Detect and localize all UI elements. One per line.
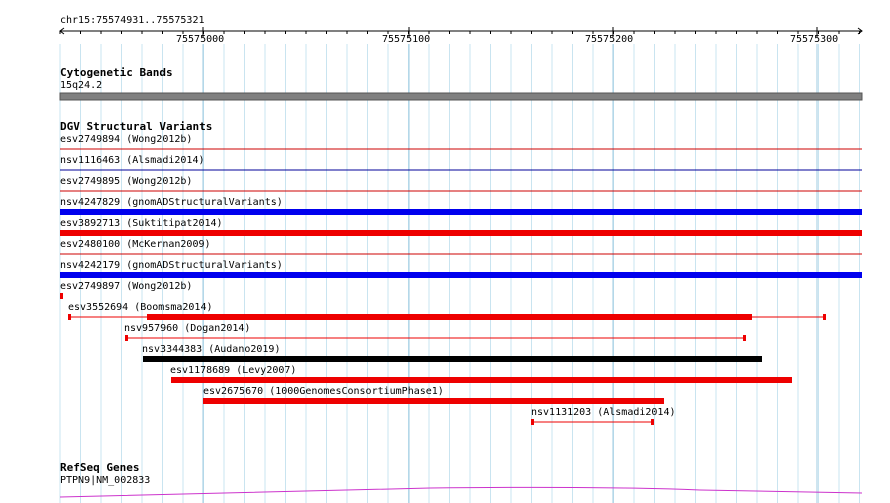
variant-label[interactable]: esv2749895 (Wong2012b) xyxy=(60,176,192,188)
variant-feature-end xyxy=(68,314,71,320)
region-label: chr15:75574931..75575321 xyxy=(60,15,205,26)
gene-label[interactable]: PTPN9|NM_002833 xyxy=(60,475,150,487)
tick-label: 75575300 xyxy=(790,34,839,45)
variant-feature xyxy=(60,209,862,215)
variant-feature-end xyxy=(651,419,654,425)
gene-feature xyxy=(59,486,863,498)
variant-feature xyxy=(171,377,792,383)
variant-label[interactable]: esv1178689 (Levy2007) xyxy=(170,365,296,377)
refseq-track-title: RefSeq Genes xyxy=(60,461,140,474)
variant-feature xyxy=(60,293,63,299)
cytoband-label[interactable]: 15q24.2 xyxy=(60,80,102,92)
variant-label[interactable]: esv2749897 (Wong2012b) xyxy=(60,281,192,293)
variant-feature xyxy=(60,272,862,278)
tick-label: 75575000 xyxy=(176,34,225,45)
dgv-track-title: DGV Structural Variants xyxy=(60,120,213,133)
variant-label[interactable]: esv2675670 (1000GenomesConsortiumPhase1) xyxy=(203,386,444,398)
variant-feature xyxy=(60,230,862,236)
variant-label[interactable]: nsv3344383 (Audano2019) xyxy=(142,344,280,356)
variant-label[interactable]: nsv1131203 (Alsmadi2014) xyxy=(531,407,676,419)
variant-feature xyxy=(143,356,762,362)
variant-label[interactable]: nsv4242179 (gnomADStructuralVariants) xyxy=(60,260,283,272)
variant-feature-end xyxy=(823,314,826,320)
variant-feature-end xyxy=(531,419,534,425)
variant-label[interactable]: esv2749894 (Wong2012b) xyxy=(60,134,192,146)
variant-feature-core xyxy=(147,314,752,320)
variant-label[interactable]: nsv1116463 (Alsmadi2014) xyxy=(60,155,205,167)
tick-label: 75575200 xyxy=(585,34,634,45)
tick-label: 75575100 xyxy=(382,34,431,45)
cytoband-track-title: Cytogenetic Bands xyxy=(60,66,173,79)
variant-label[interactable]: nsv4247829 (gnomADStructuralVariants) xyxy=(60,197,283,209)
variant-feature xyxy=(203,398,664,404)
variant-label[interactable]: nsv957960 (Dogan2014) xyxy=(124,323,250,335)
variant-feature-end xyxy=(125,335,128,341)
variant-label[interactable]: esv3552694 (Boomsma2014) xyxy=(68,302,213,314)
variant-label[interactable]: esv2480100 (McKernan2009) xyxy=(60,239,211,251)
variant-feature-end xyxy=(743,335,746,341)
variant-label[interactable]: esv3892713 (Suktitipat2014) xyxy=(60,218,223,230)
cytoband-bar xyxy=(59,92,863,101)
